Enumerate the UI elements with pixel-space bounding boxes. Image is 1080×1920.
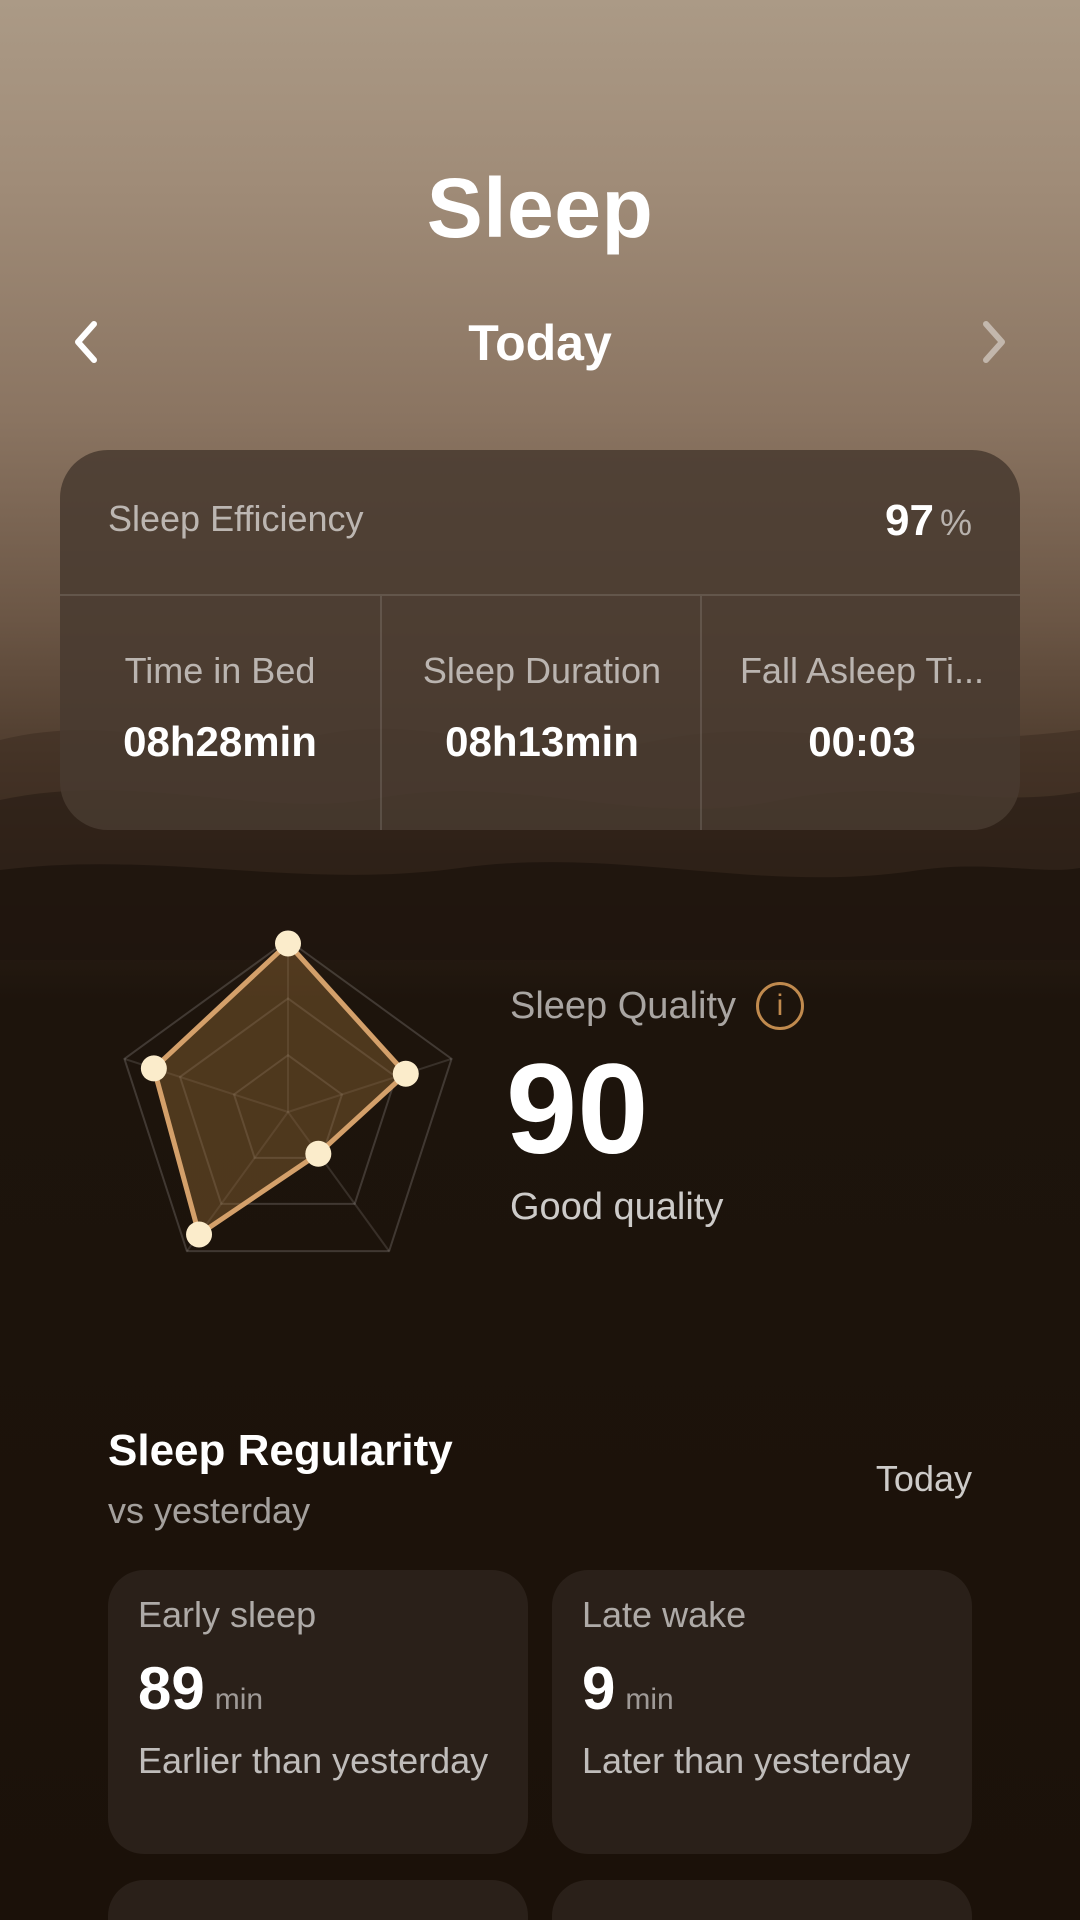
sleep-regularity-title: Sleep Regularity [108,1426,453,1475]
sleep-efficiency-unit: % [939,502,972,543]
info-icon[interactable]: i [756,982,805,1030]
sleep-efficiency-label: Sleep Efficiency [108,498,364,539]
card-unit: min [214,1683,264,1716]
early-sleep-card[interactable]: Early sleep 89 min Earlier than yesterday [108,1570,528,1854]
sleep-summary-card: Sleep Efficiency 97% Time in Bed 08h28mi… [60,450,1020,830]
sleep-regularity-period[interactable]: Today [876,1458,972,1500]
card-label: Early sleep [138,1594,317,1635]
sleep-quality-radar-chart [123,930,453,1253]
radar-point [186,1221,213,1248]
sleep-quality-score: 90 [506,1038,649,1181]
stat-label: Time in Bed [124,650,316,691]
sleep-quality-title: Sleep Quality [510,984,737,1027]
sleep-quality-header: Sleep Quality i [510,982,805,1030]
late-wake-card[interactable]: Late wake 9 min Later than yesterday [552,1570,972,1854]
card-description: Earlier than yesterday [138,1740,489,1781]
sleep-efficiency-number: 97 [885,496,934,545]
sleep-efficiency-value: 97% [885,496,972,546]
stat-label: Sleep Duration [422,650,662,691]
radar-point [140,1055,167,1082]
sleep-efficiency-row: Sleep Efficiency 97% [60,450,1020,596]
stat-value: 08h28min [123,718,317,765]
radar-point [305,1140,332,1167]
stat-value: 00:03 [808,718,916,765]
card-number: 9 [582,1655,616,1722]
stat-label: Fall Asleep Ti... [739,650,985,691]
card-value: 89 min [138,1654,263,1723]
sleep-quality-description: Good quality [510,1186,724,1228]
stat-time-in-bed: Time in Bed 08h28min [60,596,380,830]
radar-shape [151,940,409,1237]
card-number: 89 [138,1655,205,1722]
radar-point [392,1060,419,1087]
stat-sleep-duration: Sleep Duration 08h13min [380,596,702,830]
radar-point [275,930,301,957]
stat-value: 08h13min [445,718,639,765]
period-label: Today [468,315,612,371]
stat-fall-asleep-time: Fall Asleep Ti... 00:03 [700,596,1020,830]
card-label: Late wake [582,1594,747,1635]
card-value: 9 min [582,1654,674,1723]
page-title: Sleep [426,161,654,255]
sleep-regularity-subtitle: vs yesterday [108,1490,311,1531]
regularity-card-partial[interactable] [108,1880,528,1920]
card-unit: min [625,1683,674,1716]
chevron-right-icon [983,321,1005,363]
regularity-card-partial[interactable] [552,1880,972,1920]
date-navigator: Today [0,300,1080,384]
next-day-button[interactable] [962,310,1026,374]
card-description: Later than yesterday [582,1740,911,1781]
